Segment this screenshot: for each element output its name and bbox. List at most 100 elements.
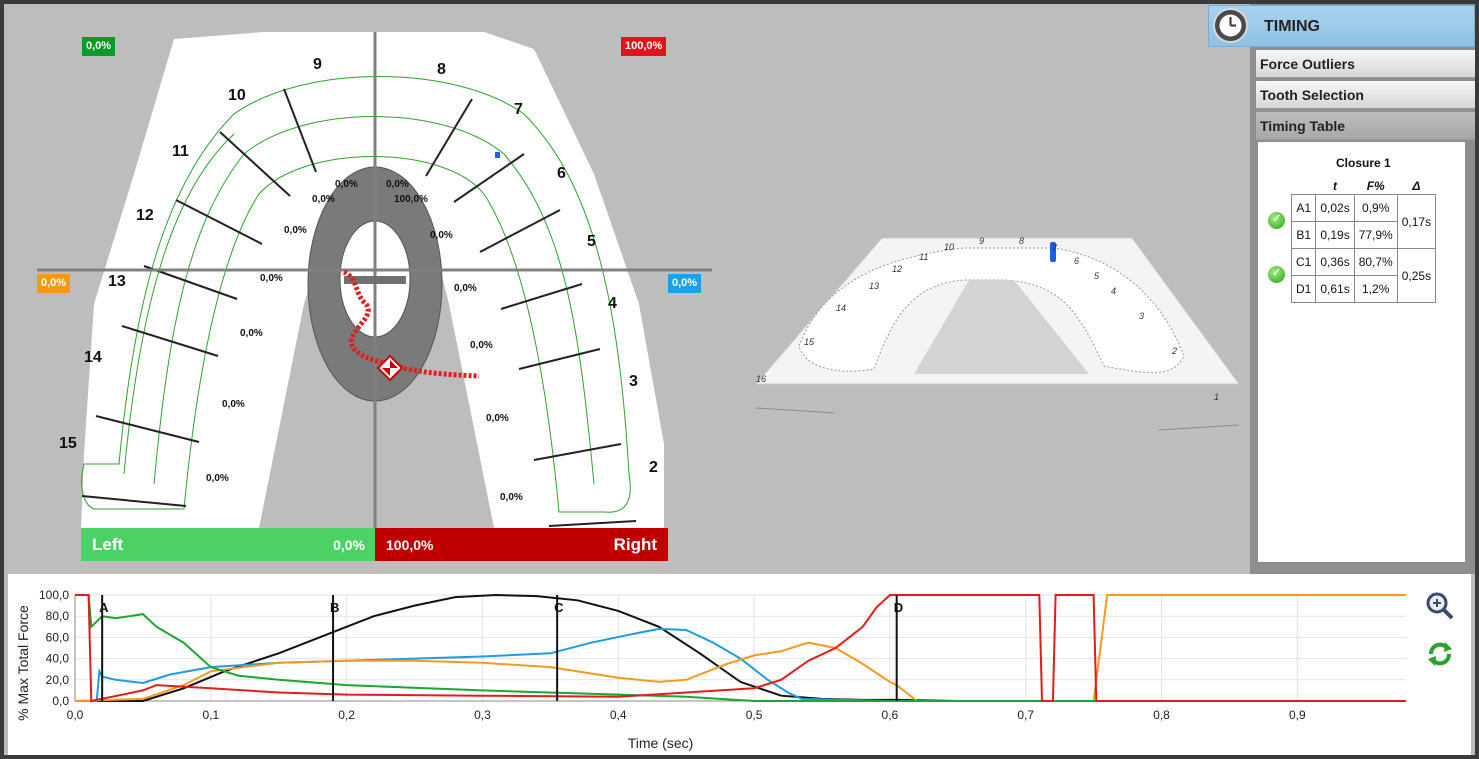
table-row[interactable]: A1 0,02s 0,9% 0,17s [1290, 194, 1437, 249]
tooth-number: 11 [172, 143, 189, 160]
col-t: t [1333, 179, 1338, 193]
y-tick-label: 80,0 [46, 609, 70, 623]
tooth-number: 10 [228, 87, 246, 104]
y-axis-label: % Max Total Force [15, 605, 31, 721]
tooth-percent: 0,0% [454, 283, 477, 294]
svg-text:4: 4 [1111, 286, 1116, 296]
y-tick-label: 60,0 [46, 630, 70, 644]
check-icon: ✓ [1268, 266, 1285, 283]
delta-cell: 0,17s [1396, 194, 1437, 249]
tooth-percent: 0,0% [260, 273, 283, 284]
marker-label: B [330, 600, 339, 615]
col-f: F% [1366, 179, 1385, 193]
tooth-percent: 0,0% [335, 179, 358, 190]
x-tick-label: 0,7 [1017, 708, 1034, 722]
tooth-number: 9 [313, 56, 322, 73]
check-icon: ✓ [1268, 212, 1285, 229]
svg-text:3: 3 [1139, 311, 1144, 321]
x-tick-label: 0,1 [202, 708, 219, 722]
timing-header[interactable]: TIMING [1208, 5, 1475, 47]
tooth-percent: 0,0% [386, 179, 409, 190]
app-window: 2 3 4 5 6 7 8 9 10 11 12 13 14 15 0,0% 0… [4, 4, 1475, 755]
clock-icon [1213, 8, 1248, 43]
section-timing-table[interactable]: Timing Table [1256, 112, 1475, 140]
timing-table-panel: Closure 1 ✓ ✓ t F% Δ A1 0,02s 0,9% 0,17s B… [1258, 142, 1465, 562]
force-time-chart[interactable]: 0,0 0,1 0,2 0,3 0,4 0,5 0,6 0,7 0,8 0,9 0,0 20,0 40,… [8, 574, 1471, 755]
right-value: 100,0% [386, 537, 434, 553]
svg-text:8: 8 [1019, 236, 1024, 246]
right-balance-bar: 100,0% Right [375, 528, 668, 561]
y-tick-label: 20,0 [46, 673, 70, 687]
tooth-number: 7 [514, 101, 523, 118]
x-tick-label: 0,5 [746, 708, 763, 722]
svg-text:16: 16 [756, 374, 766, 384]
series-line [75, 627, 1406, 702]
y-tick-label: 100,0 [39, 588, 69, 602]
x-tick-label: 0,3 [474, 708, 491, 722]
svg-text:11: 11 [919, 252, 928, 262]
series-line [75, 593, 1406, 702]
tooth-percent: 0,0% [222, 399, 245, 410]
x-axis-label: Time (sec) [628, 735, 694, 751]
svg-text:12: 12 [892, 264, 902, 274]
timing-table: t F% Δ A1 0,02s 0,9% 0,17s B1 0,19s 77,9% C1… [1290, 178, 1437, 303]
tooth-number: 8 [437, 61, 446, 78]
tooth-percent: 0,0% [486, 413, 509, 424]
tooth-number: 15 [59, 435, 77, 452]
tooth-number: 2 [649, 459, 658, 476]
zoom-in-icon[interactable] [1425, 591, 1455, 621]
closure-title: Closure 1 [1336, 156, 1391, 170]
svg-text:1: 1 [1214, 392, 1219, 402]
left-label: Left [92, 535, 124, 554]
x-tick-label: 0,8 [1153, 708, 1170, 722]
right-label: Right [613, 535, 657, 554]
section-tooth-selection[interactable]: Tooth Selection [1256, 81, 1475, 109]
svg-text:6: 6 [1074, 256, 1079, 266]
left-indicator: 0,0% [37, 274, 71, 293]
section-force-outliers[interactable]: Force Outliers [1256, 50, 1475, 78]
timing-title: TIMING [1264, 18, 1320, 35]
marker-label: A [99, 600, 109, 615]
tooth-number: 6 [557, 165, 566, 182]
tooth-percent: 0,0% [430, 230, 453, 241]
left-balance-bar: Left 0,0% [81, 528, 375, 561]
x-tick-label: 0,6 [882, 708, 899, 722]
tooth-number: 5 [587, 233, 596, 250]
tooth-percent: 0,0% [500, 492, 523, 503]
series-line [74, 594, 1406, 702]
top-left-indicator: 0,0% [82, 37, 116, 56]
tooth-percent: 100,0% [394, 194, 428, 205]
tooth-number: 13 [108, 273, 126, 290]
tooth-percent: 0,0% [206, 473, 229, 484]
tooth-number: 14 [84, 349, 102, 366]
svg-text:2: 2 [1171, 346, 1177, 356]
series-line [75, 594, 1406, 703]
tooth-number: 12 [136, 207, 154, 224]
svg-text:9: 9 [979, 236, 984, 246]
marker-label: C [554, 600, 564, 615]
svg-text:10: 10 [944, 242, 954, 252]
left-value: 0,0% [333, 537, 365, 553]
tooth-percent: 0,0% [284, 225, 307, 236]
timing-panel: TIMING Force Outliers Tooth Selection Ti… [1208, 4, 1475, 574]
right-indicator: 0,0% [668, 274, 702, 293]
x-tick-label: 0,2 [338, 708, 355, 722]
y-tick-label: 0,0 [52, 694, 69, 708]
svg-text:15: 15 [804, 337, 815, 347]
series-line [75, 594, 1406, 702]
x-tick-label: 0,9 [1289, 708, 1306, 722]
refresh-icon[interactable] [1425, 639, 1455, 669]
tooth-percent: 0,0% [312, 194, 335, 205]
force-marker [495, 152, 500, 158]
tooth-number: 3 [629, 373, 638, 390]
tooth-percent: 0,0% [470, 340, 493, 351]
svg-text:14: 14 [836, 303, 846, 313]
tooth-number: 4 [608, 295, 617, 312]
table-row[interactable]: C1 0,36s 80,7% 0,25s [1290, 248, 1437, 303]
x-tick-label: 0,4 [610, 708, 627, 722]
3d-view[interactable]: 16 15 14 13 12 11 10 9 8 7 6 5 4 3 2 1 [754, 236, 1240, 431]
y-tick-label: 40,0 [46, 652, 70, 666]
col-delta: Δ [1412, 179, 1421, 193]
top-right-indicator: 100,0% [621, 37, 667, 56]
delta-cell: 0,25s [1396, 248, 1437, 303]
